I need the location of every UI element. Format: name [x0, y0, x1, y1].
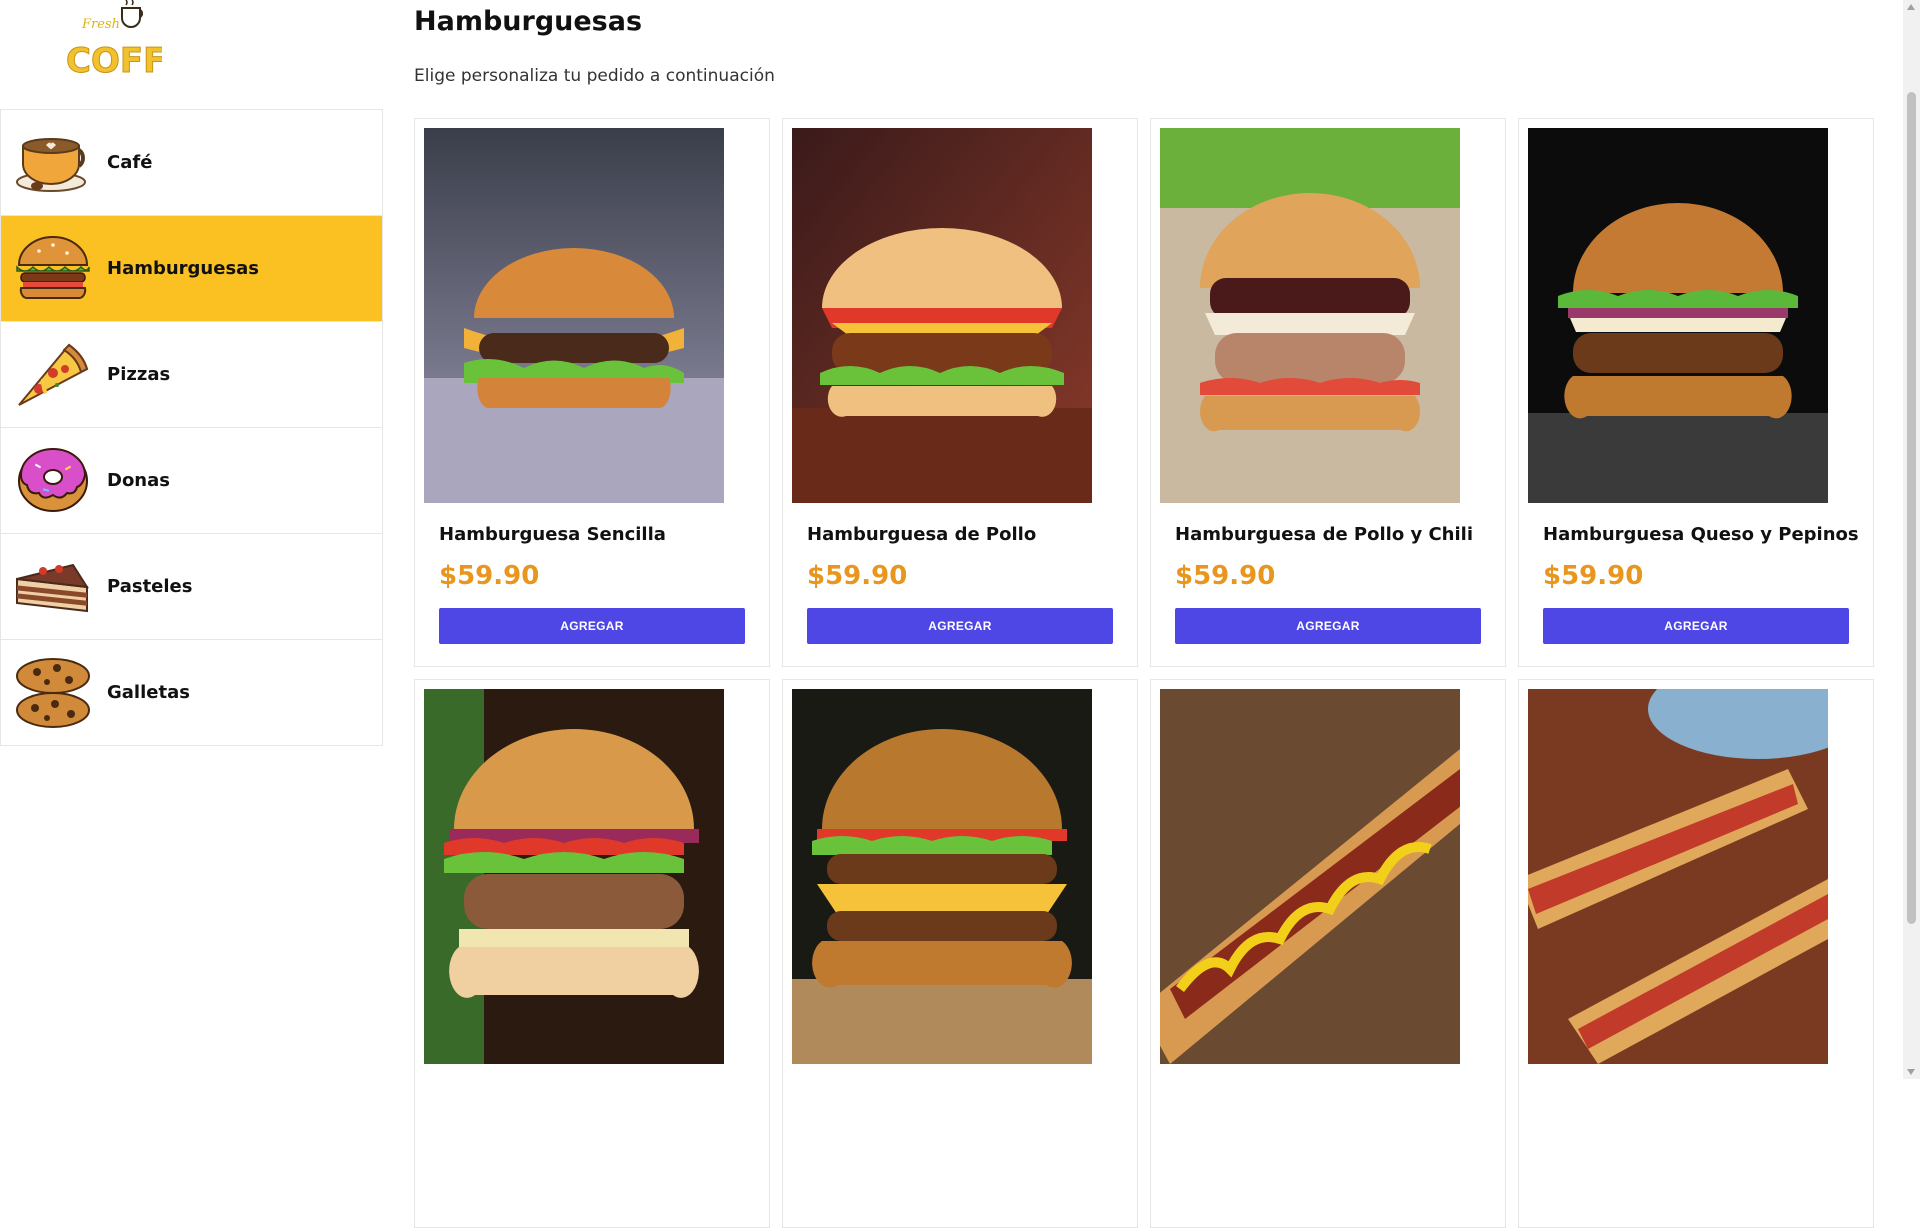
chili-chicken-burger-photo[interactable]: [1160, 128, 1460, 503]
vertical-scrollbar[interactable]: [1903, 0, 1920, 1079]
product-price: $59.90: [1543, 561, 1644, 591]
scroll-up-icon[interactable]: [1907, 4, 1915, 10]
sidebar-item-label: Donas: [107, 470, 170, 491]
sidebar-item-pizzas[interactable]: Pizzas: [0, 322, 383, 428]
product-card: [414, 679, 770, 1228]
coffee-cup-icon: [13, 123, 93, 203]
burger-photo[interactable]: [424, 128, 724, 503]
sidebar-item-label: Pasteles: [107, 576, 193, 597]
product-card: Hamburguesa Queso y Pepinos $59.90 AGREG…: [1518, 118, 1874, 667]
sidebar-item-label: Hamburguesas: [107, 258, 260, 279]
add-to-cart-button[interactable]: AGREGAR: [1543, 608, 1849, 644]
burger-icon: [13, 229, 93, 309]
sidebar-item-pasteles[interactable]: Pasteles: [0, 534, 383, 640]
brand-logo[interactable]: Fresh COFFEE: [62, 0, 162, 82]
product-card: Hamburguesa de Pollo $59.90 AGREGAR: [782, 118, 1138, 667]
sidebar-item-label: Galletas: [107, 682, 190, 703]
sidebar: Fresh COFFEE Café: [0, 0, 385, 1079]
scroll-down-icon[interactable]: [1907, 1069, 1915, 1075]
page-subtitle: Elige personaliza tu pedido a continuaci…: [414, 66, 775, 86]
pizza-slice-icon: [13, 335, 93, 415]
scrollbar-thumb[interactable]: [1907, 92, 1916, 924]
sidebar-item-hamburguesas[interactable]: Hamburguesas: [0, 216, 383, 322]
product-card: Hamburguesa de Pollo y Chili $59.90 AGRE…: [1150, 118, 1506, 667]
product-price: $59.90: [807, 561, 908, 591]
product-card: [1150, 679, 1506, 1228]
product-card: Hamburguesa Sencilla $59.90 AGREGAR: [414, 118, 770, 667]
product-card: [1518, 679, 1874, 1228]
add-to-cart-button[interactable]: AGREGAR: [807, 608, 1113, 644]
product-card: [782, 679, 1138, 1228]
product-name: Hamburguesa Queso y Pepinos: [1543, 524, 1859, 545]
sidebar-item-label: Pizzas: [107, 364, 171, 385]
product-name: Hamburguesa de Pollo y Chili: [1175, 524, 1474, 545]
sidebar-item-donas[interactable]: Donas: [0, 428, 383, 534]
cheeseburger-photo[interactable]: [792, 689, 1092, 1064]
hotdog-photo[interactable]: [1160, 689, 1460, 1064]
product-price: $59.90: [439, 561, 540, 591]
category-list: Café Hamburguesas Pizzas Donas Pasteles …: [0, 109, 383, 746]
page-title: Hamburguesas: [414, 6, 643, 37]
burger-photo[interactable]: [424, 689, 724, 1064]
logo-text: COFFEE: [66, 41, 162, 81]
cheese-pickle-burger-photo[interactable]: [1528, 128, 1828, 503]
cookies-icon: [13, 653, 93, 733]
add-to-cart-button[interactable]: AGREGAR: [439, 608, 745, 644]
product-name: Hamburguesa Sencilla: [439, 524, 666, 545]
sidebar-item-galletas[interactable]: Galletas: [0, 640, 383, 746]
product-name: Hamburguesa de Pollo: [807, 524, 1037, 545]
product-price: $59.90: [1175, 561, 1276, 591]
hotdogs-photo[interactable]: [1528, 689, 1828, 1064]
sidebar-item-label: Café: [107, 152, 153, 173]
sidebar-item-cafe[interactable]: Café: [0, 110, 383, 216]
add-to-cart-button[interactable]: AGREGAR: [1175, 608, 1481, 644]
donut-icon: [13, 441, 93, 521]
cake-slice-icon: [13, 547, 93, 627]
chicken-burger-photo[interactable]: [792, 128, 1092, 503]
svg-text:Fresh: Fresh: [81, 17, 120, 32]
